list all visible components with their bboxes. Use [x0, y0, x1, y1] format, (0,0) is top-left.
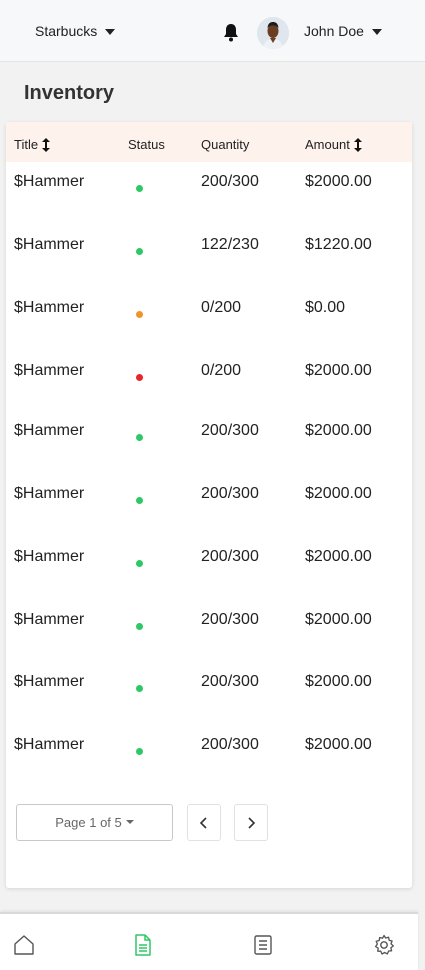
- cell-quantity: 200/300: [201, 611, 259, 628]
- chevron-down-icon: [105, 29, 116, 35]
- home-icon[interactable]: [13, 934, 35, 956]
- cell-amount: $2000.00: [305, 485, 372, 502]
- cell-quantity: 0/200: [201, 362, 242, 379]
- next-page-button[interactable]: [234, 804, 268, 841]
- cell-title: $Hammer: [14, 673, 85, 690]
- table-row[interactable]: $Hammer 200/300 $2000.00: [6, 611, 412, 651]
- cell-quantity: 200/300: [201, 485, 259, 502]
- table-row[interactable]: $Hammer 200/300 $2000.00: [6, 548, 412, 588]
- cell-title: $Hammer: [14, 299, 85, 316]
- avatar[interactable]: [257, 17, 289, 49]
- table-row[interactable]: $Hammer 200/300 $2000.00: [6, 736, 412, 776]
- gear-icon[interactable]: [373, 934, 395, 956]
- cell-amount: $2000.00: [305, 611, 372, 628]
- page-title: Inventory: [24, 82, 115, 104]
- table-row[interactable]: $Hammer 0/200 $0.00: [6, 299, 412, 339]
- column-header-quantity: Quantity: [201, 137, 250, 152]
- cell-quantity: 200/300: [201, 673, 259, 690]
- cell-title: $Hammer: [14, 362, 85, 379]
- inventory-table-card: Title Status Quantity Amount $Hammer 200/…: [6, 122, 412, 888]
- chevron-down-icon: [125, 819, 134, 824]
- column-header-amount[interactable]: Amount: [305, 137, 362, 152]
- cell-quantity: 200/300: [201, 548, 259, 565]
- cell-quantity: 0/200: [201, 299, 242, 316]
- cell-amount: $2000.00: [305, 736, 372, 753]
- bottom-navigation: [0, 912, 418, 970]
- cell-amount: $2000.00: [305, 673, 372, 690]
- cell-amount: $2000.00: [305, 422, 372, 439]
- status-dot: [136, 185, 143, 192]
- status-dot: [136, 497, 143, 504]
- table-row[interactable]: $Hammer 122/230 $1220.00: [6, 236, 412, 276]
- table-header: Title Status Quantity Amount: [6, 122, 412, 162]
- status-dot: [136, 311, 143, 318]
- cell-amount: $0.00: [305, 299, 346, 316]
- cell-title: $Hammer: [14, 422, 85, 439]
- status-dot: [136, 560, 143, 567]
- bell-icon[interactable]: [222, 23, 240, 43]
- cell-title: $Hammer: [14, 236, 85, 253]
- cell-title: $Hammer: [14, 485, 85, 502]
- cell-title: $Hammer: [14, 548, 85, 565]
- document-icon[interactable]: [132, 934, 154, 956]
- store-selector[interactable]: Starbucks: [35, 23, 116, 39]
- sort-icon[interactable]: [42, 137, 51, 152]
- cell-title: $Hammer: [14, 611, 85, 628]
- page-selector[interactable]: Page 1 of 5: [16, 804, 173, 841]
- chevron-right-icon: [248, 816, 256, 829]
- status-dot: [136, 374, 143, 381]
- table-row[interactable]: $Hammer 200/300 $2000.00: [6, 422, 412, 462]
- cell-amount: $2000.00: [305, 548, 372, 565]
- status-dot: [136, 623, 143, 630]
- table-row[interactable]: $Hammer 0/200 $2000.00: [6, 362, 412, 402]
- page-label: Page 1 of 5: [55, 815, 122, 830]
- column-header-title[interactable]: Title: [14, 137, 51, 152]
- store-name: Starbucks: [35, 23, 98, 39]
- column-header-status: Status: [128, 137, 165, 152]
- chevron-down-icon: [371, 29, 382, 35]
- cell-amount: $2000.00: [305, 173, 372, 190]
- user-name: John Doe: [304, 23, 364, 39]
- cell-quantity: 200/300: [201, 422, 259, 439]
- cell-quantity: 200/300: [201, 736, 259, 753]
- sort-icon[interactable]: [353, 137, 362, 152]
- previous-page-button[interactable]: [187, 804, 221, 841]
- cell-quantity: 122/230: [201, 236, 259, 253]
- status-dot: [136, 248, 143, 255]
- table-row[interactable]: $Hammer 200/300 $2000.00: [6, 485, 412, 525]
- table-row[interactable]: $Hammer 200/300 $2000.00: [6, 173, 412, 213]
- user-menu[interactable]: John Doe: [304, 23, 382, 39]
- cell-title: $Hammer: [14, 736, 85, 753]
- status-dot: [136, 748, 143, 755]
- status-dot: [136, 685, 143, 692]
- cell-amount: $1220.00: [305, 236, 372, 253]
- top-bar: Starbucks John Doe: [0, 0, 425, 62]
- chevron-left-icon: [199, 816, 207, 829]
- status-dot: [136, 434, 143, 441]
- list-icon[interactable]: [252, 934, 274, 956]
- cell-quantity: 200/300: [201, 173, 259, 190]
- cell-amount: $2000.00: [305, 362, 372, 379]
- cell-title: $Hammer: [14, 173, 85, 190]
- table-row[interactable]: $Hammer 200/300 $2000.00: [6, 673, 412, 713]
- user-photo-icon: [257, 17, 289, 49]
